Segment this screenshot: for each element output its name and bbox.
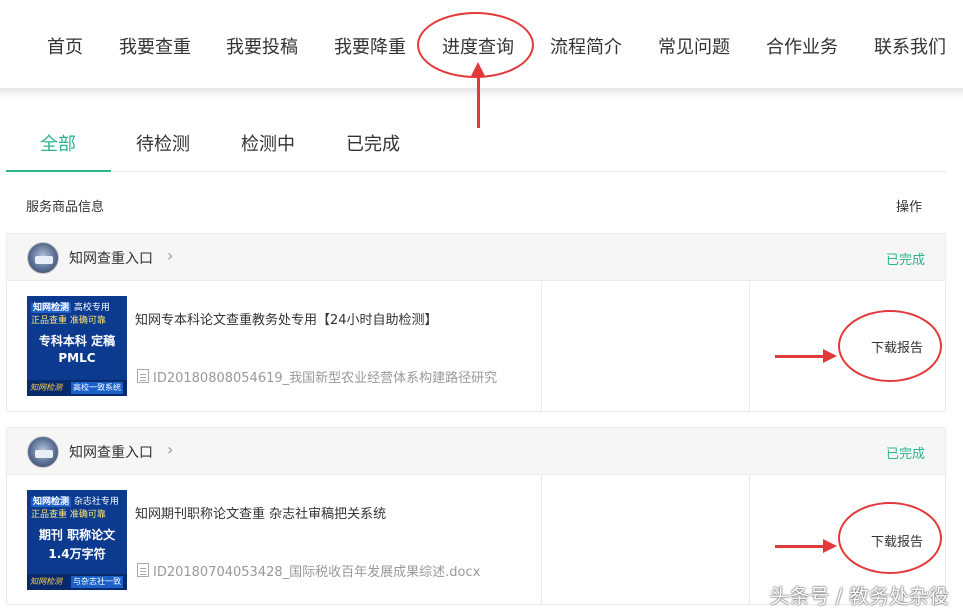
file-name: ID20180704053428_国际税收百年发展成果综述.docx xyxy=(153,565,481,580)
watermark: 头条号 / 教务处杂役 xyxy=(769,584,949,608)
thumb-subheadline: 1.4万字符 xyxy=(48,547,106,561)
status-tabs: 全部 待检测 检测中 已完成 xyxy=(6,120,946,172)
thumb-footer: 知网检测 高校一致系统 xyxy=(27,380,127,396)
column-divider xyxy=(749,281,750,411)
nav-item-faq[interactable]: 常见问题 xyxy=(658,33,730,59)
product-thumbnail[interactable]: 知网检测 杂志社专用 正品查重 准确可靠 期刊 职称论文 1.4万字符 知网检测… xyxy=(27,490,127,590)
column-header-action: 操作 xyxy=(896,200,923,215)
thumb-line-1: 知网检测 高校专用 xyxy=(31,303,110,313)
nav-item-check[interactable]: 我要查重 xyxy=(119,33,191,59)
column-divider xyxy=(541,281,542,411)
avatar xyxy=(27,242,59,274)
status-badge: 已完成 xyxy=(885,253,925,268)
nav-item-home[interactable]: 首页 xyxy=(47,33,83,59)
column-divider xyxy=(541,475,542,605)
thumb-line-2: 正品查重 准确可靠 xyxy=(31,510,106,520)
order-header: 知网查重入口 › 已完成 xyxy=(7,234,945,281)
annotation-circle-download xyxy=(838,502,942,574)
nav-item-contact[interactable]: 联系我们 xyxy=(874,33,946,59)
order-body: 知网检测 高校专用 正品查重 准确可靠 专科本科 定稿 PMLC 知网检测 高校… xyxy=(7,281,945,411)
status-badge: 已完成 xyxy=(885,447,925,462)
product-thumbnail[interactable]: 知网检测 高校专用 正品查重 准确可靠 专科本科 定稿 PMLC 知网检测 高校… xyxy=(27,296,127,396)
product-title[interactable]: 知网专本科论文查重教务处专用【24小时自助检测】 xyxy=(135,309,438,328)
chevron-right-icon[interactable]: › xyxy=(167,246,173,265)
file-name: ID20180808054619_我国新型农业经营体系构建路径研究 xyxy=(153,371,498,386)
tab-in-progress[interactable]: 检测中 xyxy=(241,130,295,156)
tab-all[interactable]: 全部 xyxy=(40,130,76,156)
order-card: 知网查重入口 › 已完成 知网检测 杂志社专用 正品查重 准确可靠 期刊 职称论… xyxy=(6,427,946,605)
annotation-arrow-right xyxy=(775,539,837,553)
nav-item-partner[interactable]: 合作业务 xyxy=(766,33,838,59)
thumb-subheadline: PMLC xyxy=(58,351,96,365)
thumb-headline: 期刊 职称论文 xyxy=(38,528,116,542)
nav-item-submit[interactable]: 我要投稿 xyxy=(226,33,298,59)
thumb-line-1: 知网检测 杂志社专用 xyxy=(31,497,119,507)
product-title[interactable]: 知网期刊职称论文查重 杂志社审稿把关系统 xyxy=(135,503,386,522)
avatar xyxy=(27,436,59,468)
annotation-circle-download xyxy=(838,310,942,382)
chevron-right-icon[interactable]: › xyxy=(167,440,173,459)
thumb-footer: 知网检测 与杂志社一致 xyxy=(27,574,127,590)
nav-shadow xyxy=(0,88,963,98)
tab-active-indicator xyxy=(6,170,111,172)
nav-item-process[interactable]: 流程简介 xyxy=(550,33,622,59)
document-icon xyxy=(137,369,149,383)
document-icon xyxy=(137,563,149,577)
nav-item-reduce[interactable]: 我要降重 xyxy=(334,33,406,59)
order-card: 知网查重入口 › 已完成 知网检测 高校专用 正品查重 准确可靠 专科本科 定稿… xyxy=(6,233,946,412)
tab-pending[interactable]: 待检测 xyxy=(136,130,190,156)
column-header-info: 服务商品信息 xyxy=(26,200,105,215)
shop-name[interactable]: 知网查重入口 xyxy=(69,248,153,268)
annotation-arrow-right xyxy=(775,349,837,363)
order-header: 知网查重入口 › 已完成 xyxy=(7,428,945,475)
thumb-line-2: 正品查重 准确可靠 xyxy=(31,316,106,326)
column-divider xyxy=(749,475,750,605)
shop-name[interactable]: 知网查重入口 xyxy=(69,442,153,462)
tab-completed[interactable]: 已完成 xyxy=(346,130,400,156)
thumb-headline: 专科本科 定稿 xyxy=(38,334,116,348)
